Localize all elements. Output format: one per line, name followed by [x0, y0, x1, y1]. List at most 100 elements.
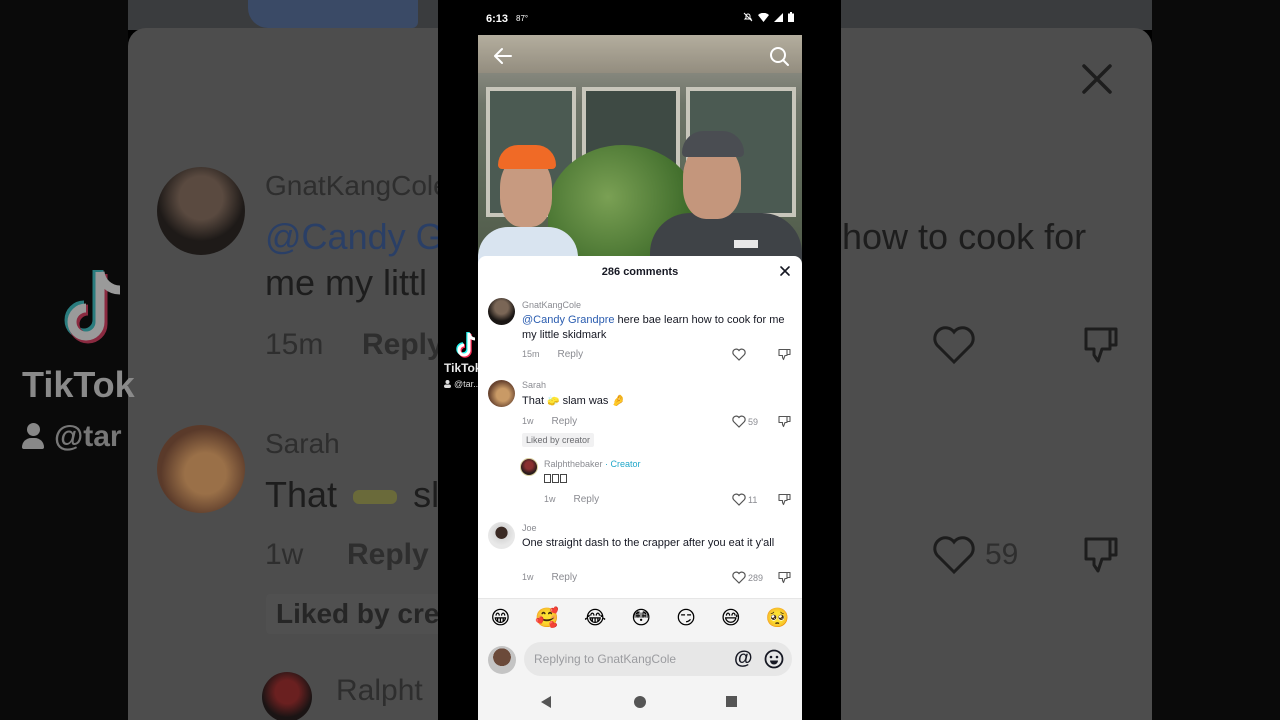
- background-comment-line: That sl: [265, 474, 440, 515]
- status-time: 6:13: [486, 13, 509, 25]
- background-avatar-sarah: [157, 425, 245, 513]
- like-button[interactable]: [732, 348, 748, 361]
- background-reply: Reply: [347, 538, 429, 571]
- missing-glyph-box: [552, 474, 559, 483]
- status-temperature: 87°: [516, 14, 529, 23]
- comment-input[interactable]: [534, 642, 724, 676]
- comment-mention-link[interactable]: @Candy Grandpre: [522, 314, 615, 326]
- background-tiktok-brand: TikTok: [22, 364, 135, 405]
- emoji-smirk[interactable]: 😏: [676, 609, 696, 628]
- comment-username: Ralphthebaker · Creator: [544, 459, 641, 469]
- comment-input-container: @: [524, 642, 792, 676]
- background-like-count: 59: [985, 538, 1019, 571]
- emoji-pleading[interactable]: 🥺: [766, 609, 790, 628]
- like-button[interactable]: 59: [732, 415, 758, 428]
- comment-username[interactable]: Joe: [522, 523, 537, 533]
- comment-username[interactable]: GnatKangCole: [522, 300, 581, 310]
- search-icon[interactable]: [768, 45, 790, 67]
- comment-time: 15m: [522, 349, 540, 359]
- background-close-icon: [1082, 64, 1112, 94]
- nav-recents-icon[interactable]: [726, 696, 737, 707]
- system-navigation-bar: [478, 684, 802, 720]
- emoji-flushed[interactable]: 😳: [631, 609, 651, 628]
- sponge-emoji: 🧽: [547, 396, 560, 407]
- background-left-edge: [0, 0, 128, 720]
- background-avatar-ralph: [262, 672, 312, 720]
- close-icon[interactable]: [778, 264, 792, 278]
- reply-button[interactable]: Reply: [552, 416, 578, 427]
- emoji-icon[interactable]: [764, 649, 784, 669]
- background-avatar-gnatkangcole: [157, 167, 245, 255]
- background-time: 15m: [265, 328, 324, 361]
- comment-meta: 1w Reply: [522, 572, 577, 583]
- reply-item: Ralphthebaker · Creator 1w Reply 11: [478, 456, 802, 510]
- comment-text: One straight dash to the crapper after y…: [522, 537, 775, 549]
- nav-home-icon[interactable]: [634, 696, 646, 708]
- reply-button[interactable]: Reply: [558, 349, 584, 360]
- dislike-icon[interactable]: [778, 571, 791, 584]
- emoji-tears-of-joy[interactable]: 😂: [584, 609, 606, 628]
- background-dislike-icon: [1084, 327, 1118, 363]
- comments-sheet: 286 comments GnatKangCole @Candy Grandpr…: [478, 256, 802, 720]
- phone-screen: 6:13 87° TikTok @tar...edby: [438, 0, 841, 720]
- avatar[interactable]: [488, 298, 515, 325]
- emoji-smiling-hearts[interactable]: 🥰: [535, 609, 559, 628]
- background-username: Sarah: [265, 428, 340, 459]
- signal-icon: [774, 12, 783, 22]
- nav-back-icon[interactable]: [541, 696, 551, 708]
- reply-username[interactable]: Ralphthebaker: [544, 459, 603, 469]
- comment-text: That 🧽 slam was 🤌: [522, 395, 626, 407]
- comment-time: 1w: [544, 494, 556, 504]
- wifi-icon: [758, 12, 769, 22]
- background-dislike-icon: [1084, 537, 1118, 573]
- emoji-grin[interactable]: 😁: [491, 609, 511, 628]
- background-username: GnatKangCole: [265, 170, 449, 201]
- comment-meta: 15m Reply: [522, 349, 583, 360]
- missing-glyph-box: [560, 474, 567, 483]
- heart-icon: [732, 493, 746, 506]
- like-count: 289: [748, 572, 764, 583]
- background-username: Ralpht: [336, 674, 423, 707]
- background-mention: @Candy G: [265, 216, 444, 257]
- background-reply: Reply: [362, 328, 444, 361]
- avatar[interactable]: [520, 458, 538, 476]
- comments-count-title: 286 comments: [601, 266, 679, 278]
- background-liked-badge: Liked by cre: [266, 594, 446, 634]
- quick-emoji-bar: 😁 🥰 😂 😳 😏 😅 🥺: [478, 598, 802, 638]
- reply-button[interactable]: Reply: [552, 572, 578, 583]
- mention-button[interactable]: @: [734, 648, 753, 670]
- status-icons: [743, 12, 794, 22]
- user-icon: [444, 380, 451, 388]
- background-comment-right: how to cook for: [842, 216, 1087, 257]
- background-tiktok-logo-icon: [64, 270, 121, 344]
- notifications-off-icon: [743, 12, 753, 22]
- comment-item: Sarah That 🧽 slam was 🤌 1w Reply 59 Like…: [478, 378, 802, 447]
- tiktok-brand: TikTok: [444, 361, 482, 375]
- video-player[interactable]: [478, 35, 802, 265]
- comment-time: 1w: [522, 572, 534, 582]
- reply-button[interactable]: Reply: [574, 494, 600, 505]
- battery-icon: [788, 12, 794, 22]
- dislike-icon[interactable]: [778, 348, 791, 361]
- status-bar: 6:13 87°: [478, 0, 802, 35]
- background-handle-text: @tar: [54, 420, 122, 453]
- dislike-icon[interactable]: [778, 493, 791, 506]
- avatar[interactable]: [488, 380, 515, 407]
- comment-username[interactable]: Sarah: [522, 380, 546, 390]
- like-count: 59: [748, 416, 759, 427]
- background-heart-icon: [933, 326, 975, 365]
- avatar[interactable]: [488, 522, 515, 549]
- back-arrow-icon[interactable]: [492, 45, 514, 67]
- comment-text: [544, 472, 568, 487]
- dislike-icon[interactable]: [778, 415, 791, 428]
- missing-glyph-box: [544, 474, 551, 483]
- like-button[interactable]: 289: [732, 571, 763, 584]
- like-button[interactable]: 11: [732, 493, 757, 506]
- background-user-icon: [22, 423, 44, 451]
- emoji-sweat-smile[interactable]: 😅: [721, 609, 741, 628]
- comment-text: @Candy Grandpre here bae learn how to co…: [522, 314, 785, 341]
- background-right-edge: [1152, 0, 1280, 720]
- current-user-avatar: [488, 646, 516, 674]
- background-time: 1w: [265, 538, 304, 571]
- comment-time: 1w: [522, 416, 534, 426]
